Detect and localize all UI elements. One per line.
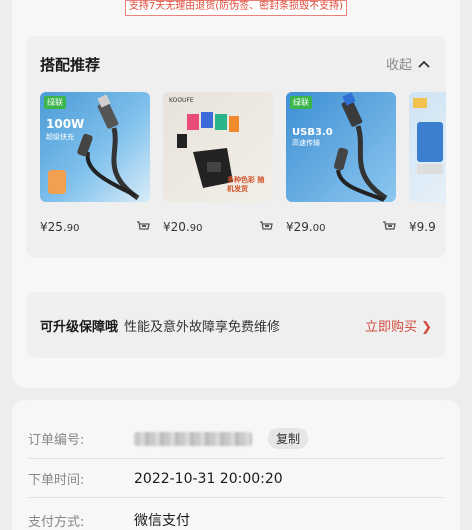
collapse-button[interactable]: 收起 <box>386 54 430 73</box>
order-detail-page: 支持7天无理由退货(防伪签、密封条损毁不支持) 搭配推荐 收起 绿联 100W … <box>0 0 472 530</box>
product-card[interactable]: 绿联 100W 超级快充 ¥25.90 <box>40 92 150 234</box>
product-price: ¥25.90 <box>40 220 80 234</box>
recommendation-panel: 搭配推荐 收起 绿联 100W 超级快充 ¥25.90 KOOUFE 多种色彩 … <box>26 36 446 258</box>
order-time-label: 下单时间: <box>28 473 85 488</box>
product-thumbnail <box>413 98 443 174</box>
cart-icon[interactable] <box>382 221 396 233</box>
product-image[interactable]: 绿联 USB3.0 高速传输 <box>286 92 396 202</box>
usb-cable-image <box>333 92 388 202</box>
cart-icon[interactable] <box>259 221 273 233</box>
recommendation-title: 搭配推荐 <box>40 56 101 74</box>
order-number-row: 订单编号: 复制 <box>28 428 309 449</box>
warranty-title: 可升级保障哦 <box>40 319 119 335</box>
product-card[interactable]: 绿联 USB3.0 高速传输 ¥29.00 <box>286 92 396 234</box>
product-card[interactable]: ¥9.9 <box>409 92 446 234</box>
copy-button[interactable]: 复制 <box>268 428 309 449</box>
product-image[interactable]: KOOUFE 多种色彩 随机发货 <box>163 92 273 202</box>
product-caption: 多种色彩 随机发货 <box>227 176 265 193</box>
collapse-label: 收起 <box>385 58 412 73</box>
divider <box>28 497 444 498</box>
chevron-up-icon <box>418 60 430 68</box>
payment-method-value: 微信支付 <box>134 513 190 529</box>
payment-method-row: 支付方式: 微信支付 <box>28 510 190 530</box>
order-time-row: 下单时间: 2022-10-31 20:00:20 <box>28 469 283 489</box>
cart-icon[interactable] <box>136 221 150 233</box>
payment-method-label: 支付方式: <box>28 514 85 530</box>
order-top-card: 支持7天无理由退货(防伪签、密封条损毁不支持) 搭配推荐 收起 绿联 100W … <box>12 0 460 388</box>
order-number-label: 订单编号: <box>28 433 85 448</box>
return-policy-note: 支持7天无理由退货(防伪签、密封条损毁不支持) <box>124 0 348 16</box>
order-time-value: 2022-10-31 20:00:20 <box>134 470 283 487</box>
product-card[interactable]: KOOUFE 多种色彩 随机发货 ¥20.90 <box>163 92 273 234</box>
product-list: 绿联 100W 超级快充 ¥25.90 KOOUFE 多种色彩 随机发货 ¥20… <box>40 92 446 234</box>
product-price: ¥29.00 <box>286 220 326 234</box>
order-number-redacted <box>134 431 252 446</box>
product-price: ¥9.9 <box>409 220 436 234</box>
product-image[interactable]: 绿联 100W 超级快充 <box>40 92 150 202</box>
usb-cable-image <box>48 94 140 201</box>
order-info-card: 订单编号: 复制 下单时间: 2022-10-31 20:00:20 支付方式:… <box>12 400 460 530</box>
divider <box>28 458 444 459</box>
warranty-upgrade-bar[interactable]: 可升级保障哦 性能及意外故障享免费维修 立即购买 ❯ <box>26 292 446 358</box>
buy-now-link[interactable]: 立即购买 ❯ <box>365 316 432 335</box>
product-price: ¥20.90 <box>163 220 203 234</box>
product-image[interactable] <box>409 92 446 202</box>
warranty-description: 性能及意外故障享免费维修 <box>124 319 281 335</box>
